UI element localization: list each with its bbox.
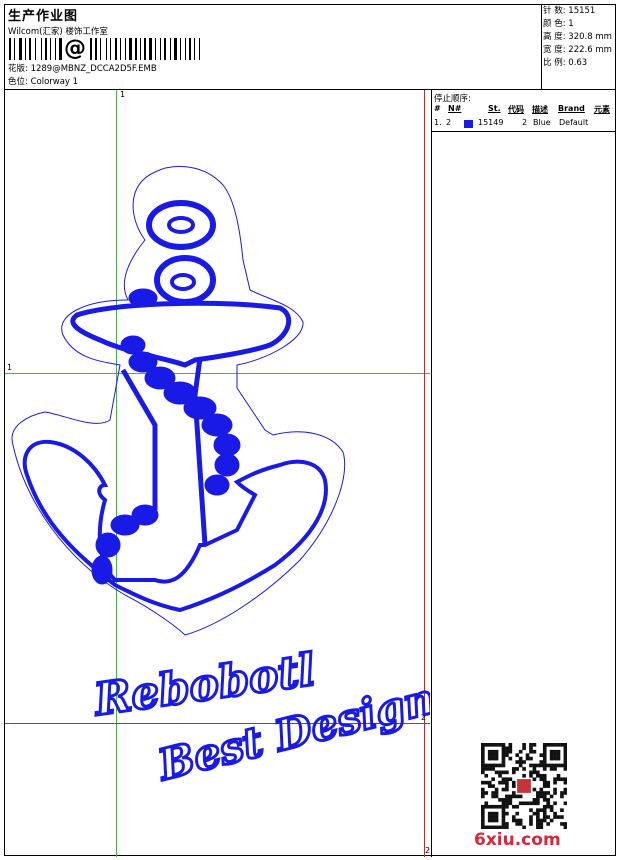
barcode-bar [120, 38, 121, 60]
barcode-bar [129, 38, 132, 60]
barcode-bar [164, 38, 166, 60]
stat-stitches: 针 数: 15151 [543, 6, 596, 16]
col-st: St. [488, 104, 501, 113]
barcode-bar [25, 38, 26, 60]
anchor-arms [22, 439, 328, 613]
barcode-bar [135, 38, 137, 60]
col-num: # [434, 104, 441, 113]
barcode-bar [29, 38, 31, 60]
row-st: 15149 [478, 118, 504, 127]
colorway-value: Colorway 1 [30, 77, 79, 87]
barcode-bar [125, 38, 126, 60]
stat-height: 高 度: 320.8 mm [543, 32, 612, 42]
barcode-bar [170, 38, 171, 60]
barcode-bar [90, 38, 92, 60]
barcode-bar [35, 38, 36, 60]
barcode-bar [199, 38, 200, 60]
barcode-bar [189, 38, 191, 60]
barcode-bar [95, 38, 97, 60]
col-elem: 元素 [594, 105, 610, 114]
color-swatch [464, 120, 473, 128]
design-value: 1289@MBNZ_DCCA2D5F.EMB [30, 64, 157, 74]
barcode-bar [100, 38, 101, 60]
stat-width: 宽 度: 222.6 mm [543, 45, 612, 55]
barcode-bar [9, 38, 11, 60]
anchor-crossbar [70, 300, 292, 368]
barcode-bar [174, 38, 177, 60]
row-code: 2 [522, 118, 528, 127]
barcode-bar [144, 38, 146, 60]
barcode-bar [59, 38, 62, 60]
colorway-label: 色位: [8, 77, 28, 87]
worksheet-frame: 生产作业图 Wilcom(汇家) 楼饰工作室 @ 花版: 1289@MBNZ_D… [4, 4, 616, 857]
barcode-bar [155, 38, 156, 60]
stat-scale: 比 例: 0.63 [543, 58, 588, 68]
top-ring [146, 200, 216, 250]
table-header: # N# St. 代码 描述 Brand 元素 [432, 104, 616, 116]
barcode-bar [110, 38, 111, 60]
stats-panel: 针 数: 15151 颜 色: 1 高 度: 320.8 mm 宽 度: 222… [543, 5, 615, 70]
barcode-bar [185, 38, 186, 60]
barcode-bar [149, 38, 152, 60]
barcode-bar [55, 38, 56, 60]
design-canvas: 1 1 2 2 Rebobotl Best Design [5, 90, 567, 857]
company-name: Wilcom(汇家) 楼饰工作室 [8, 27, 108, 37]
barcode-bar [50, 38, 51, 60]
col-n: N# [448, 104, 462, 113]
stop-sequence-title: 停止顺序: [434, 94, 471, 104]
barcode-bar [115, 38, 117, 60]
row-n: 2 [446, 118, 452, 127]
col-desc: 描述 [532, 105, 548, 114]
colorway: 色位: Colorway 1 [8, 75, 78, 87]
embroidery-artwork: Rebobotl Best Design [11, 165, 430, 791]
barcode-bar [180, 38, 181, 60]
barcode-bar [19, 38, 22, 60]
second-ring [154, 255, 216, 305]
barcode-bar [14, 38, 15, 60]
design-file: 花版: 1289@MBNZ_DCCA2D5F.EMB [8, 62, 157, 74]
barcode-bar [106, 38, 107, 60]
table-row: 1. 2 15149 2 Blue Default [432, 118, 616, 130]
design-label: 花版: [8, 64, 28, 74]
barcode-bar [41, 38, 42, 60]
barcode-char: @ [64, 36, 86, 61]
stat-colors: 颜 色: 1 [543, 19, 574, 29]
barcode: @ [9, 36, 273, 61]
table-divider [432, 131, 616, 132]
page-title: 生产作业图 [8, 9, 79, 24]
barcode-bar [45, 38, 47, 60]
barcode-bar [140, 38, 141, 60]
row-brand: Default [559, 118, 589, 127]
col-brand: Brand [558, 104, 585, 113]
worksheet-header: 生产作业图 Wilcom(汇家) 楼饰工作室 @ 花版: 1289@MBNZ_D… [5, 5, 615, 90]
header-info: 生产作业图 Wilcom(汇家) 楼饰工作室 @ 花版: 1289@MBNZ_D… [5, 5, 542, 89]
col-code: 代码 [508, 105, 524, 114]
row-num: 1. [434, 118, 442, 127]
watermark: 6xiu.com [474, 830, 561, 850]
barcode-bar [194, 38, 195, 60]
barcode-bar [160, 38, 161, 60]
row-desc: Blue [533, 118, 551, 127]
stop-sequence-panel: 停止顺序: # N# St. 代码 描述 Brand 元素 1. 2 15149… [431, 90, 616, 857]
